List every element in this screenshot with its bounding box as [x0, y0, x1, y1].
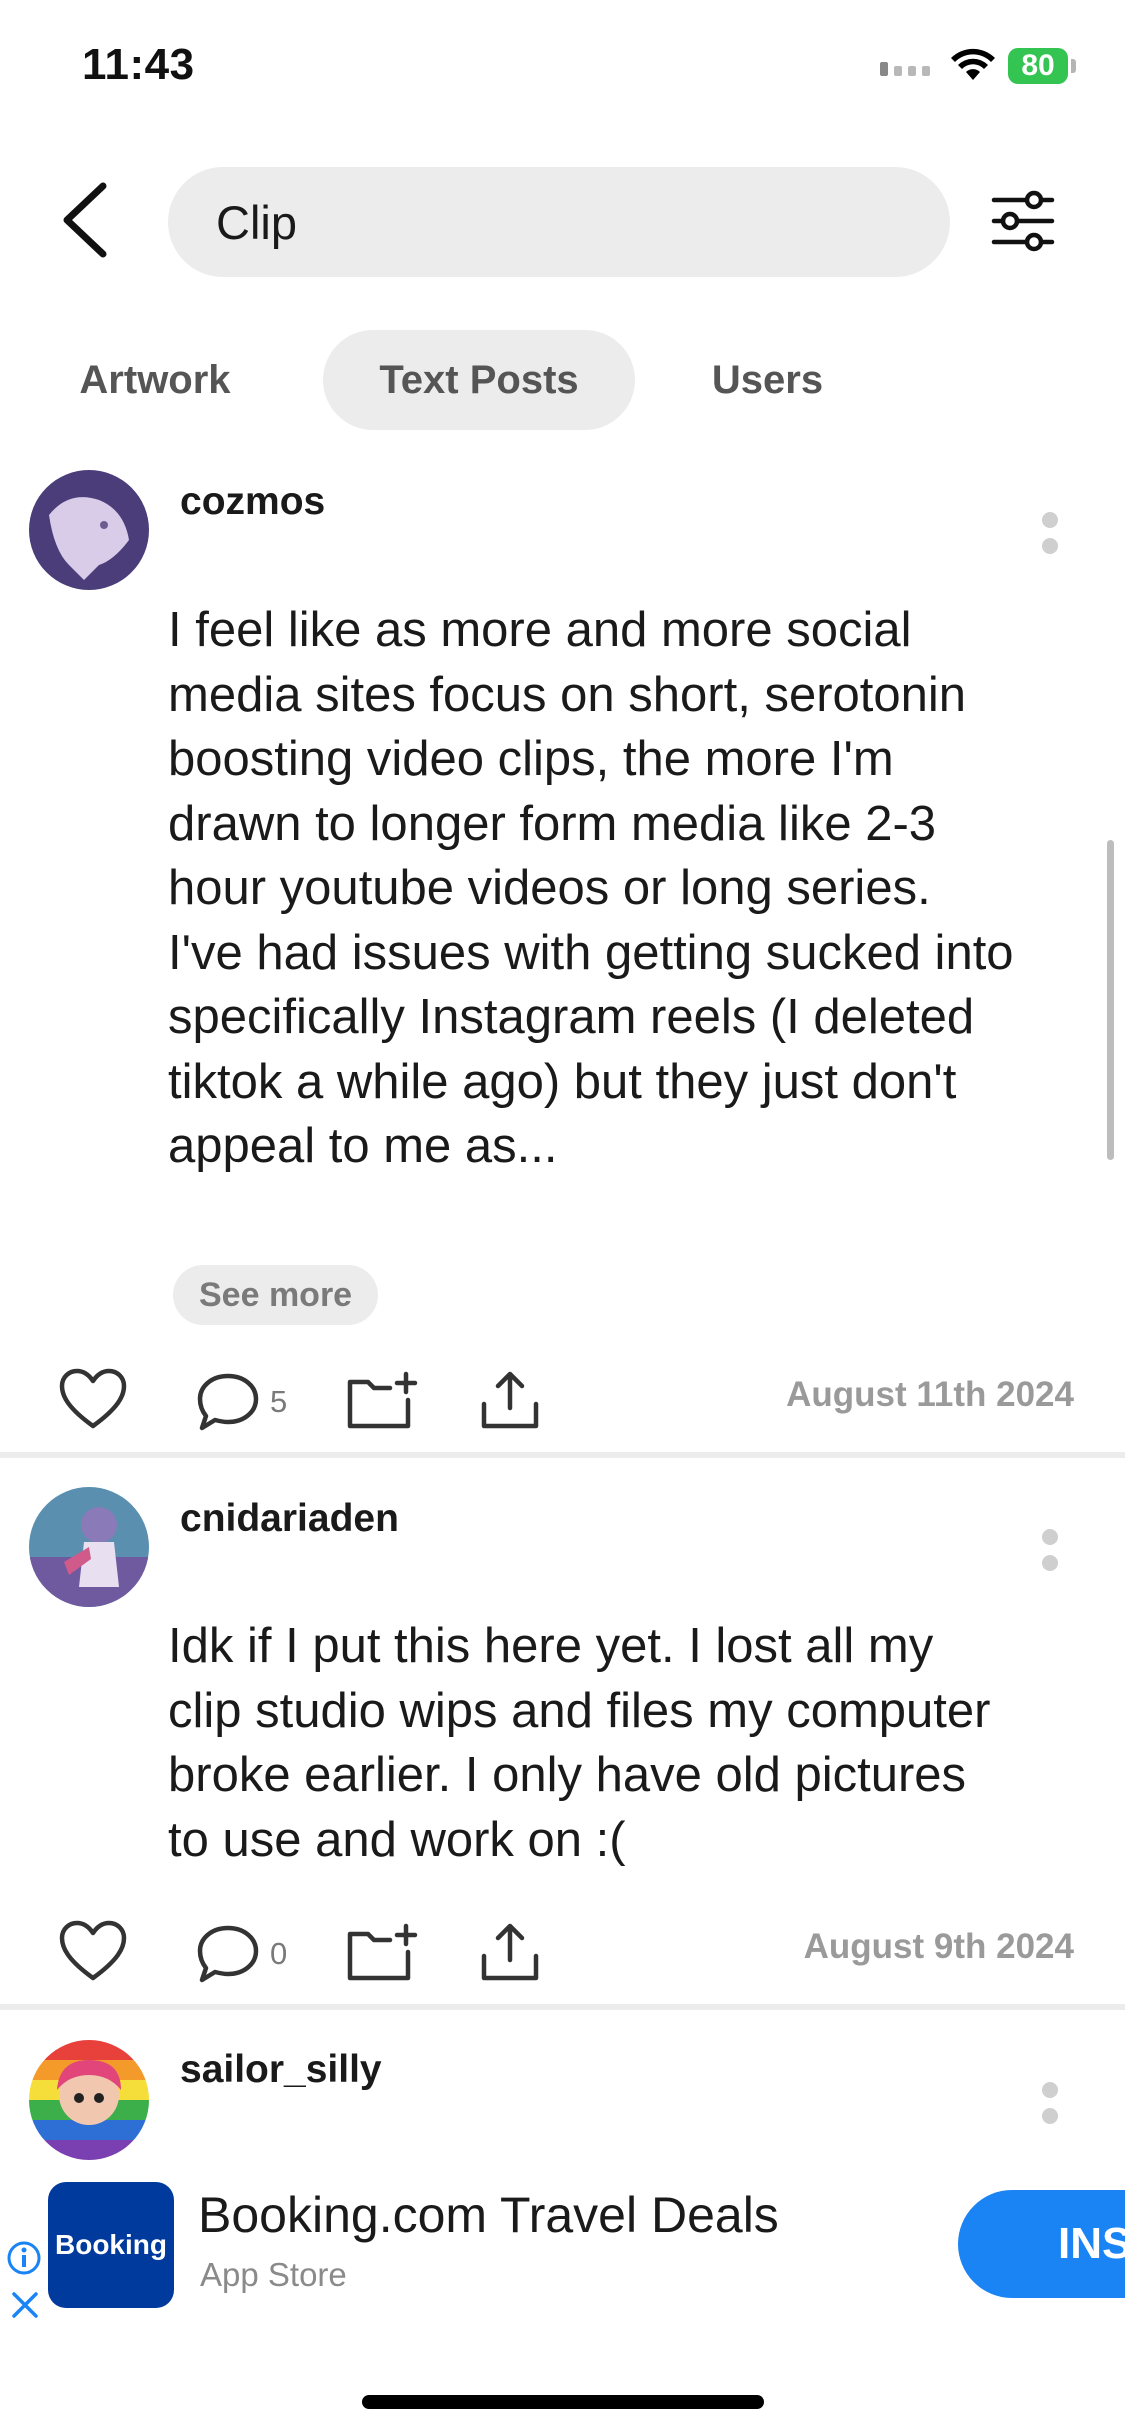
status-time: 11:43	[82, 40, 195, 89]
comment-count: 5	[270, 1384, 288, 1419]
share-icon	[481, 1923, 539, 1981]
comment-icon	[197, 1373, 259, 1431]
post-date: August 9th 2024	[803, 1927, 1074, 1966]
post-divider	[0, 2004, 1125, 2010]
post-username[interactable]: cnidariaden	[180, 1497, 399, 1541]
more-options-icon[interactable]	[1020, 1515, 1080, 1585]
cellular-signal-icon	[880, 62, 930, 76]
post-divider	[0, 1452, 1125, 1458]
post-date: August 11th 2024	[786, 1375, 1074, 1414]
heart-icon	[59, 1920, 127, 1981]
post-text[interactable]: Idk if I put this here yet. I lost all m…	[168, 1614, 1018, 1872]
comment-count: 0	[270, 1936, 288, 1971]
ad-install-button[interactable]: INS	[958, 2190, 1125, 2298]
wifi-icon	[950, 48, 996, 87]
ad-app-logo[interactable]: Booking	[48, 2182, 174, 2308]
post-text[interactable]: I feel like as more and more social medi…	[168, 598, 1018, 1179]
heart-icon	[59, 1368, 127, 1429]
battery-tip	[1071, 59, 1076, 73]
tab-users[interactable]: Users	[690, 330, 845, 430]
home-indicator[interactable]	[362, 2395, 764, 2409]
avatar[interactable]	[29, 1487, 149, 1607]
see-more-button[interactable]: See more	[173, 1265, 379, 1325]
comment-icon	[197, 1925, 259, 1983]
folder-add-icon	[347, 1371, 418, 1429]
tab-text-posts[interactable]: Text Posts	[323, 330, 635, 430]
ad-subtitle: App Store	[200, 2256, 347, 2293]
scrollbar[interactable]	[1107, 840, 1114, 1160]
save-to-collection-button[interactable]	[346, 1370, 420, 1432]
comment-button[interactable]: 0	[196, 1924, 287, 1984]
avatar[interactable]	[29, 470, 149, 590]
post-username[interactable]: cozmos	[180, 480, 325, 524]
share-icon	[481, 1371, 539, 1429]
back-button[interactable]	[55, 180, 115, 265]
folder-add-icon	[347, 1923, 418, 1981]
tab-artwork[interactable]: Artwork	[55, 330, 255, 430]
avatar[interactable]	[29, 2040, 149, 2160]
like-button[interactable]	[58, 1920, 128, 1984]
ad-info-icon[interactable]	[6, 2240, 42, 2281]
like-button[interactable]	[58, 1368, 128, 1432]
ad-title[interactable]: Booking.com Travel Deals	[198, 2186, 779, 2244]
search-input[interactable]: Clip	[168, 167, 950, 277]
more-options-icon[interactable]	[1020, 2068, 1080, 2138]
more-options-icon[interactable]	[1020, 498, 1080, 568]
save-to-collection-button[interactable]	[346, 1922, 420, 1984]
search-query: Clip	[216, 195, 297, 249]
battery-icon: 80	[1008, 48, 1068, 84]
ad-close-icon[interactable]	[10, 2290, 40, 2325]
post-username[interactable]: sailor_silly	[180, 2048, 382, 2092]
share-button[interactable]	[478, 1368, 542, 1432]
filter-icon[interactable]	[990, 188, 1056, 259]
comment-button[interactable]: 5	[196, 1372, 287, 1432]
share-button[interactable]	[478, 1920, 542, 1984]
